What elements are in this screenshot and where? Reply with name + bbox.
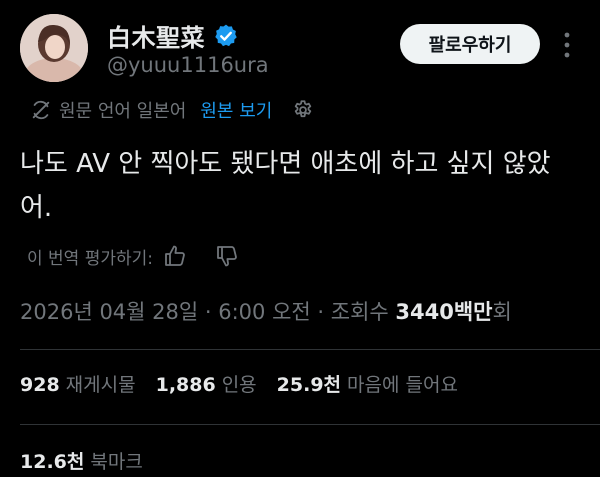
tweet-date[interactable]: 2026년 04월 28일: [20, 296, 198, 326]
reposts-count: 928: [20, 374, 60, 396]
follow-button[interactable]: 팔로우하기: [400, 24, 540, 64]
reposts-label: 재게시물: [65, 374, 136, 396]
bookmarks-stat[interactable]: 12.6천 북마크: [20, 447, 143, 474]
thumbs-down-icon[interactable]: [215, 244, 239, 268]
views-suffix: 회: [492, 300, 512, 324]
meta-separator: ·: [310, 300, 331, 324]
meta-separator: ·: [198, 300, 219, 324]
tweet-time[interactable]: 6:00 오전: [218, 296, 310, 326]
author-name-row: 白木聖菜: [107, 18, 239, 53]
quotes-stat[interactable]: 1,886 인용: [156, 370, 257, 397]
translate-icon: [32, 100, 50, 120]
gear-icon[interactable]: [292, 99, 314, 121]
likes-count: 25.9천: [276, 374, 342, 396]
likes-stat[interactable]: 25.9천 마음에 들어요: [277, 370, 458, 397]
verified-badge-icon: [215, 24, 237, 46]
bookmarks-count: 12.6천: [20, 451, 85, 473]
avatar[interactable]: [20, 14, 88, 82]
divider: [20, 349, 600, 350]
likes-label: 마음에 들어요: [347, 374, 458, 396]
quotes-label: 인용: [221, 374, 257, 396]
translation-source-label: 원문 언어 일본어: [59, 101, 187, 122]
bookmarks-label: 북마크: [90, 451, 143, 473]
quotes-count: 1,886: [155, 374, 216, 396]
tweet-meta: 2026년 04월 28일 · 6:00 오전 · 조회수 3440백만 회: [20, 296, 512, 326]
divider: [20, 424, 600, 425]
show-original-link[interactable]: 원본 보기: [200, 97, 272, 123]
views-label: 조회수: [330, 300, 389, 324]
more-options-icon[interactable]: [562, 30, 572, 60]
tweet-text: 나도 AV 안 찍아도 됐다면 애초에 하고 싶지 않았어.: [20, 149, 551, 223]
thumbs-up-icon[interactable]: [163, 244, 187, 268]
engagement-stats: 928 재게시물 1,886 인용 25.9천 마음에 들어요: [20, 370, 478, 397]
rate-translation-row: 이 번역 평가하기:: [27, 243, 239, 269]
rate-translation-label: 이 번역 평가하기:: [27, 248, 154, 269]
reposts-stat[interactable]: 928 재게시물: [20, 370, 136, 397]
translation-bar: 원문 언어 일본어 원본 보기: [30, 96, 314, 124]
views-count: 3440백만: [395, 300, 493, 324]
author-display-name[interactable]: 白木聖菜: [107, 18, 205, 53]
author-handle[interactable]: @yuuu1116ura: [107, 53, 269, 77]
